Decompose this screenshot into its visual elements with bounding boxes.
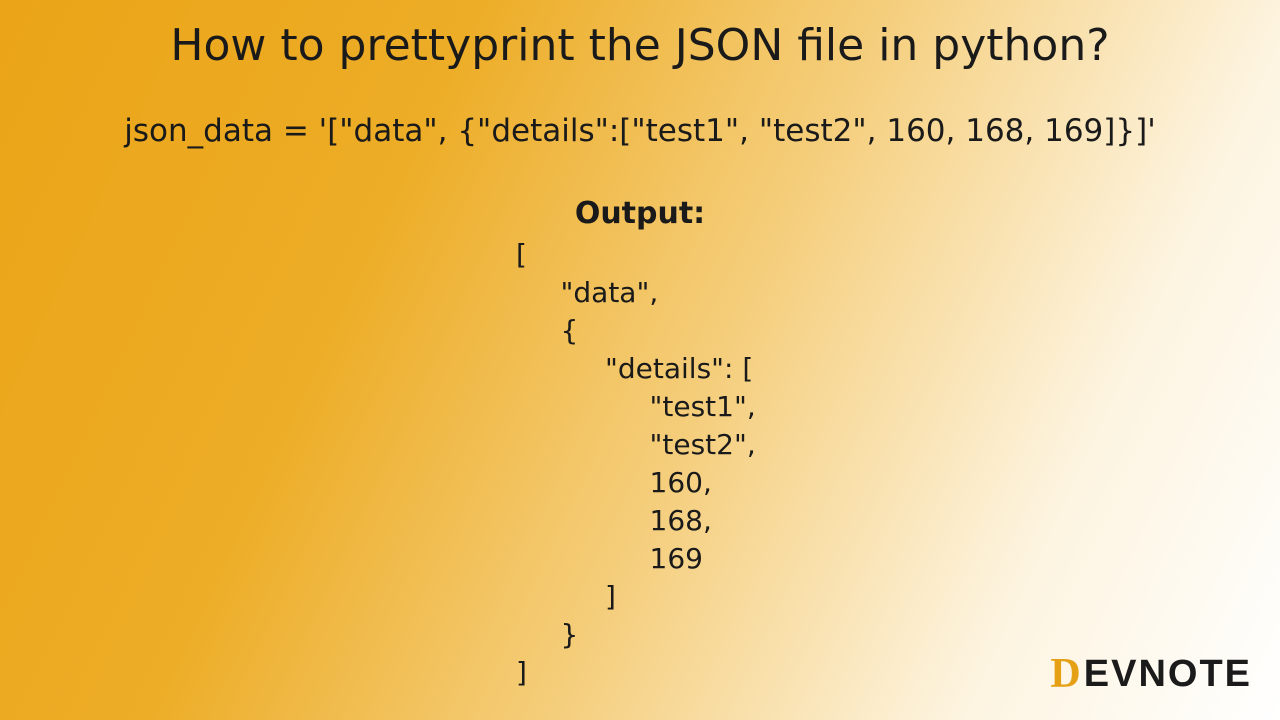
logo-text-rest: EVNOTE [1084,653,1252,696]
output-label: Output: [0,196,1280,231]
logo-letter-d-icon: D [1050,650,1082,698]
devnote-logo: DEVNOTE [1050,650,1252,698]
page-title: How to prettyprint the JSON file in pyth… [0,20,1280,71]
output-json-block: [ "data", { "details": [ "test1", "test2… [516,236,756,692]
slide: How to prettyprint the JSON file in pyth… [0,0,1280,720]
code-input-line: json_data = '["data", {"details":["test1… [0,113,1280,149]
